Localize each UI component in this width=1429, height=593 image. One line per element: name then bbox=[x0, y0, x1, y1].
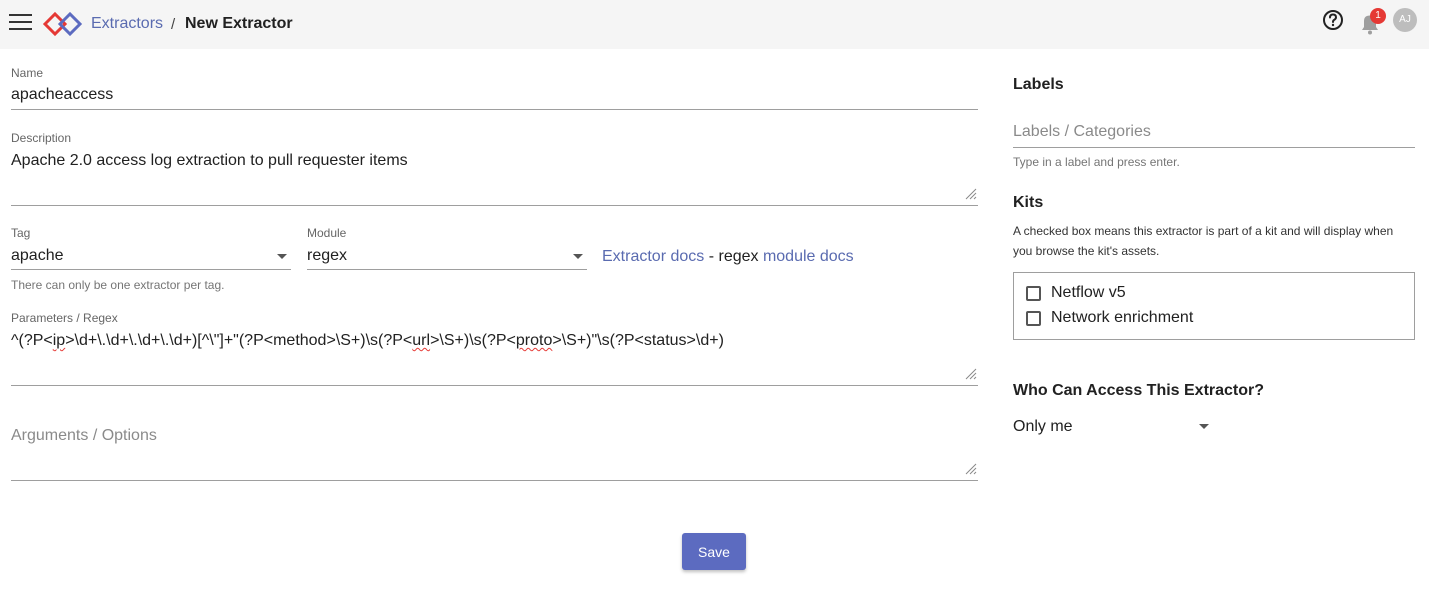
page-title: New Extractor bbox=[185, 15, 293, 32]
kit-item-netflow-v5[interactable]: Netflow v5 bbox=[1026, 283, 1126, 303]
regex-part: >\S+)"\s(?P<status>\d+) bbox=[552, 332, 724, 349]
breadcrumb-extractors-link[interactable]: Extractors bbox=[91, 15, 163, 33]
description-resize-grip-icon[interactable] bbox=[965, 188, 977, 200]
hamburger-menu-icon[interactable] bbox=[9, 14, 33, 34]
kit-label: Network enrichment bbox=[1051, 309, 1194, 326]
access-chevron-down-icon[interactable] bbox=[1199, 424, 1209, 429]
regex-part: ^(?P< bbox=[11, 332, 53, 349]
name-label: Name bbox=[11, 66, 44, 80]
extractor-docs-link[interactable]: Extractor docs bbox=[602, 248, 704, 265]
name-underline bbox=[11, 109, 978, 110]
description-label: Description bbox=[11, 131, 72, 145]
module-underline bbox=[307, 269, 587, 270]
tag-label: Tag bbox=[11, 226, 31, 240]
args-underline bbox=[11, 480, 978, 481]
labels-underline bbox=[1013, 147, 1415, 148]
params-label: Parameters / Regex bbox=[11, 311, 118, 325]
labels-helper-text: Type in a label and press enter. bbox=[1013, 155, 1180, 169]
access-select[interactable]: Only me bbox=[1013, 418, 1073, 436]
module-select[interactable]: regex bbox=[307, 247, 347, 265]
tag-chevron-down-icon[interactable] bbox=[277, 254, 287, 259]
access-heading: Who Can Access This Extractor? bbox=[1013, 382, 1265, 399]
args-textarea[interactable]: Arguments / Options bbox=[11, 427, 157, 445]
regex-part-spellcheck: url bbox=[412, 332, 431, 349]
tag-underline bbox=[11, 269, 291, 270]
module-docs-link[interactable]: module docs bbox=[763, 248, 854, 265]
kit-checkbox[interactable] bbox=[1026, 310, 1041, 326]
params-resize-grip-icon[interactable] bbox=[965, 368, 977, 380]
docs-links: Extractor docs - regex module docs bbox=[602, 248, 854, 266]
params-textarea[interactable]: ^(?P<ip>\d+\.\d+\.\d+\.\d+)[^\"]+"(?P<me… bbox=[11, 332, 724, 350]
regex-part: >\d+\.\d+\.\d+\.\d+)[^\"]+"(?P<method>\S… bbox=[65, 332, 413, 349]
kits-heading: Kits bbox=[1013, 194, 1044, 211]
tag-helper-text: There can only be one extractor per tag. bbox=[11, 278, 225, 292]
regex-part-spellcheck: proto bbox=[515, 332, 553, 349]
module-chevron-down-icon[interactable] bbox=[573, 254, 583, 259]
breadcrumb-separator: / bbox=[171, 16, 176, 33]
kit-item-network-enrichment[interactable]: Network enrichment bbox=[1026, 308, 1193, 328]
params-underline bbox=[11, 385, 978, 386]
module-label: Module bbox=[307, 226, 347, 240]
description-textarea[interactable]: Apache 2.0 access log extraction to pull… bbox=[11, 152, 408, 170]
top-app-bar: Extractors / New Extractor 1 AJ bbox=[0, 0, 1429, 49]
kits-list: Netflow v5 Network enrichment bbox=[1013, 272, 1415, 340]
save-button[interactable]: Save bbox=[682, 533, 746, 570]
docs-separator: - regex bbox=[704, 248, 763, 265]
labels-input[interactable]: Labels / Categories bbox=[1013, 123, 1151, 141]
kits-description: A checked box means this extractor is pa… bbox=[1013, 224, 1394, 258]
notification-count-badge: 1 bbox=[1370, 8, 1386, 24]
kit-checkbox[interactable] bbox=[1026, 285, 1041, 301]
labels-heading: Labels bbox=[1013, 76, 1064, 93]
args-resize-grip-icon[interactable] bbox=[965, 463, 977, 475]
user-avatar[interactable]: AJ bbox=[1393, 8, 1417, 32]
kit-label: Netflow v5 bbox=[1051, 284, 1126, 301]
name-input[interactable]: apacheaccess bbox=[11, 86, 113, 104]
gravwell-logo-icon[interactable] bbox=[43, 11, 83, 37]
regex-part-spellcheck: ip bbox=[52, 332, 66, 349]
help-icon[interactable] bbox=[1322, 9, 1344, 31]
tag-select[interactable]: apache bbox=[11, 247, 64, 265]
regex-part: >\S+)\s(?P< bbox=[430, 332, 516, 349]
description-underline bbox=[11, 205, 978, 206]
